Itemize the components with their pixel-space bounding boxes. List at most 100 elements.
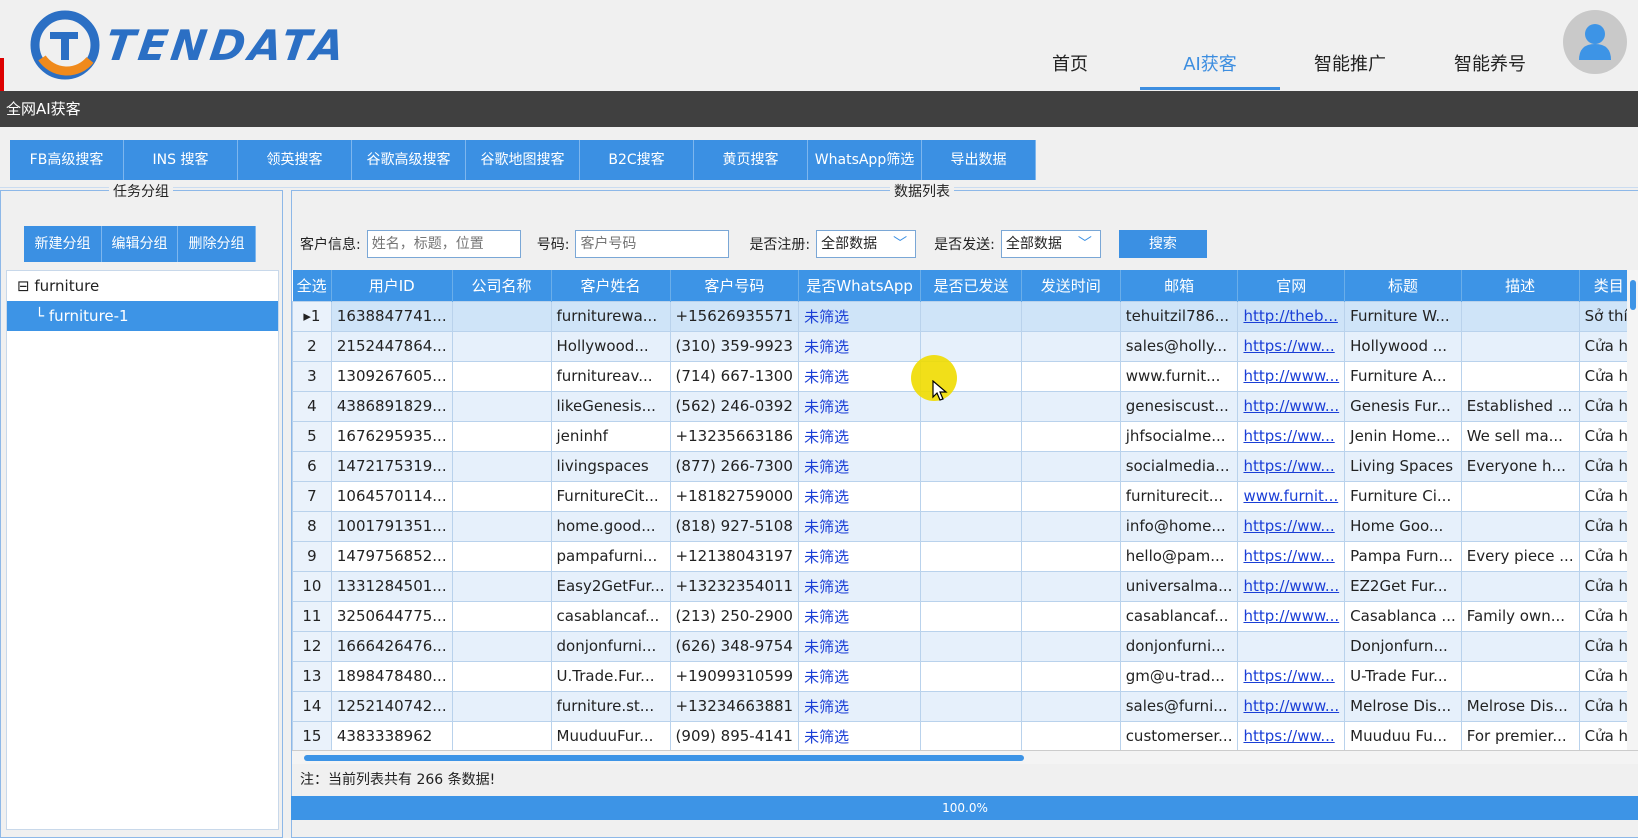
table-cell[interactable]: http://www... [1237,570,1346,602]
table-row[interactable]: 2 2152447864... Hollywood... (310) 359-9923… [292,330,1638,362]
table-cell: furniture.st... [550,690,671,722]
customer-info-input[interactable] [366,230,521,258]
table-row[interactable]: ▸1 1638847741... furniturewa... +1562693557… [292,300,1638,332]
horizontal-scroll-thumb[interactable] [304,755,1024,761]
user-avatar[interactable] [1563,10,1627,74]
delete-group-button[interactable]: 删除分组 [178,226,256,262]
table-row[interactable]: 12 1666426476... donjonfurni... (626) 348-9… [292,630,1638,662]
table-cell[interactable]: www.furnit... [1237,480,1346,512]
table-cell: 未筛选 [798,660,922,692]
whatsapp-filter-button[interactable]: WhatsApp筛选 [808,140,922,180]
google-search-button[interactable]: 谷歌高级搜客 [352,140,466,180]
table-cell[interactable]: https://ww... [1237,720,1346,750]
row-index: ▸1 [292,300,332,332]
table-cell: (714) 667-1300 [669,360,800,392]
registered-value: 全部数据 [821,236,878,252]
table-row[interactable]: 13 1898478480... U.Trade.Fur... +1909931059… [292,660,1638,692]
column-header[interactable]: 描述 [1461,270,1580,301]
column-header[interactable]: 邮箱 [1120,270,1239,301]
table-row[interactable]: 5 1676295935... jeninhf +13235663186 未筛选 jhfs… [292,420,1638,452]
ins-search-button[interactable]: INS 搜客 [124,140,238,180]
table-cell: Donjonfurn... [1344,630,1462,662]
tree-node-root[interactable]: ⊟ furniture [7,271,278,301]
logo-text: TENDATA [102,20,352,70]
table-cell: FurnitureCit... [550,480,671,512]
google-maps-search-button[interactable]: 谷歌地图搜客 [466,140,580,180]
vertical-scrollbar[interactable] [1627,270,1638,750]
table-cell: donjonfurni... [1119,630,1239,662]
table-cell[interactable]: https://ww... [1237,330,1346,362]
table-cell[interactable] [1237,630,1346,662]
table-cell [451,690,552,722]
table-cell: Family own... [1460,600,1580,632]
horizontal-scrollbar[interactable] [292,750,1638,764]
column-header[interactable]: 用户ID [331,270,453,301]
registered-select[interactable]: 全部数据 ﹀ [816,230,917,258]
table-row[interactable]: 3 1309267605... furnitureav... (714) 667-13… [292,360,1638,392]
column-header[interactable]: 标题 [1344,270,1462,301]
table-row[interactable]: 11 3250644775... casablancaf... (213) 250-2… [292,600,1638,632]
column-header[interactable]: 客户号码 [670,270,800,301]
vertical-scroll-thumb[interactable] [1630,280,1636,310]
table-cell: 未筛选 [798,630,922,662]
nav-smart-promotion[interactable]: 智能推广 [1280,50,1420,90]
search-button[interactable]: 搜索 [1118,230,1207,258]
table-cell[interactable]: http://theb... [1237,300,1346,332]
export-data-button[interactable]: 导出数据 [922,140,1036,180]
column-header[interactable]: 是否已发送 [920,270,1022,301]
table-cell: Every piece ... [1460,540,1580,572]
column-header[interactable]: 公司名称 [452,270,552,301]
linkedin-search-button[interactable]: 领英搜客 [238,140,352,180]
tree-node-label: furniture [34,277,100,295]
nav-home[interactable]: 首页 [1000,50,1140,90]
table-cell[interactable]: http://www... [1237,360,1346,392]
table-cell [1020,330,1121,362]
table-row[interactable]: 8 1001791351... home.good... (818) 927-5108… [292,510,1638,542]
nav-ai-acquire[interactable]: AI获客 [1140,50,1280,90]
table-cell: +12138043197 [669,540,800,572]
table-row[interactable]: 6 1472175319... livingspaces (877) 266-7300… [292,450,1638,482]
table-cell[interactable]: http://www... [1237,600,1346,632]
column-header[interactable]: 官网 [1237,270,1346,301]
table-cell: likeGenesis... [550,390,671,422]
table-cell [920,570,1022,602]
table-cell: Melrose Dis... [1460,690,1580,722]
table-cell [920,450,1022,482]
sent-select[interactable]: 全部数据 ﹀ [1000,230,1101,258]
table-row[interactable]: 15 4383338962 MuuduuFur... (909) 895-4141 未筛… [292,720,1638,750]
table-row[interactable]: 7 1064570114... FurnitureCit... +1818275900… [292,480,1638,512]
table-cell [451,660,552,692]
table-cell: Living Spaces [1344,450,1462,482]
table-cell[interactable]: https://ww... [1237,420,1346,452]
table-row[interactable]: 9 1479756852... pampafurni... +12138043197 未… [292,540,1638,572]
table-cell [920,480,1022,512]
column-header[interactable]: 全选 [292,270,332,301]
column-header[interactable]: 客户姓名 [551,270,671,301]
table-cell[interactable]: https://ww... [1237,660,1346,692]
table-cell[interactable]: http://www... [1237,690,1346,722]
column-header[interactable]: 是否WhatsApp [798,270,922,301]
table-row[interactable]: 10 1331284501... Easy2GetFur... +1323235401… [292,570,1638,602]
table-cell [1460,360,1580,392]
tree-node-child[interactable]: └ furniture-1 [7,301,278,331]
table-row[interactable]: 4 4386891829... likeGenesis... (562) 246-03… [292,390,1638,422]
b2c-search-button[interactable]: B2C搜客 [580,140,694,180]
table-cell: customerser... [1119,720,1239,750]
table-cell: We sell ma... [1460,420,1580,452]
edit-group-button[interactable]: 编辑分组 [102,226,178,262]
table-cell: 未筛选 [798,600,922,632]
new-group-button[interactable]: 新建分组 [24,226,102,262]
fb-search-button[interactable]: FB高级搜客 [10,140,124,180]
table-cell[interactable]: https://ww... [1237,510,1346,542]
table-row[interactable]: 14 1252140742... furniture.st... +132346638… [292,690,1638,722]
table-cell: 1252140742... [330,690,453,722]
yellow-pages-search-button[interactable]: 黄页搜客 [694,140,808,180]
table-cell: tehuitzil786... [1119,300,1239,332]
nav-smart-account[interactable]: 智能养号 [1420,50,1560,90]
table-cell[interactable]: https://ww... [1237,450,1346,482]
column-header[interactable]: 发送时间 [1021,270,1121,301]
tree-collapse-icon[interactable]: ⊟ [17,277,30,295]
table-cell[interactable]: https://ww... [1237,540,1346,572]
table-cell[interactable]: http://www... [1237,390,1346,422]
phone-input[interactable] [575,230,730,258]
